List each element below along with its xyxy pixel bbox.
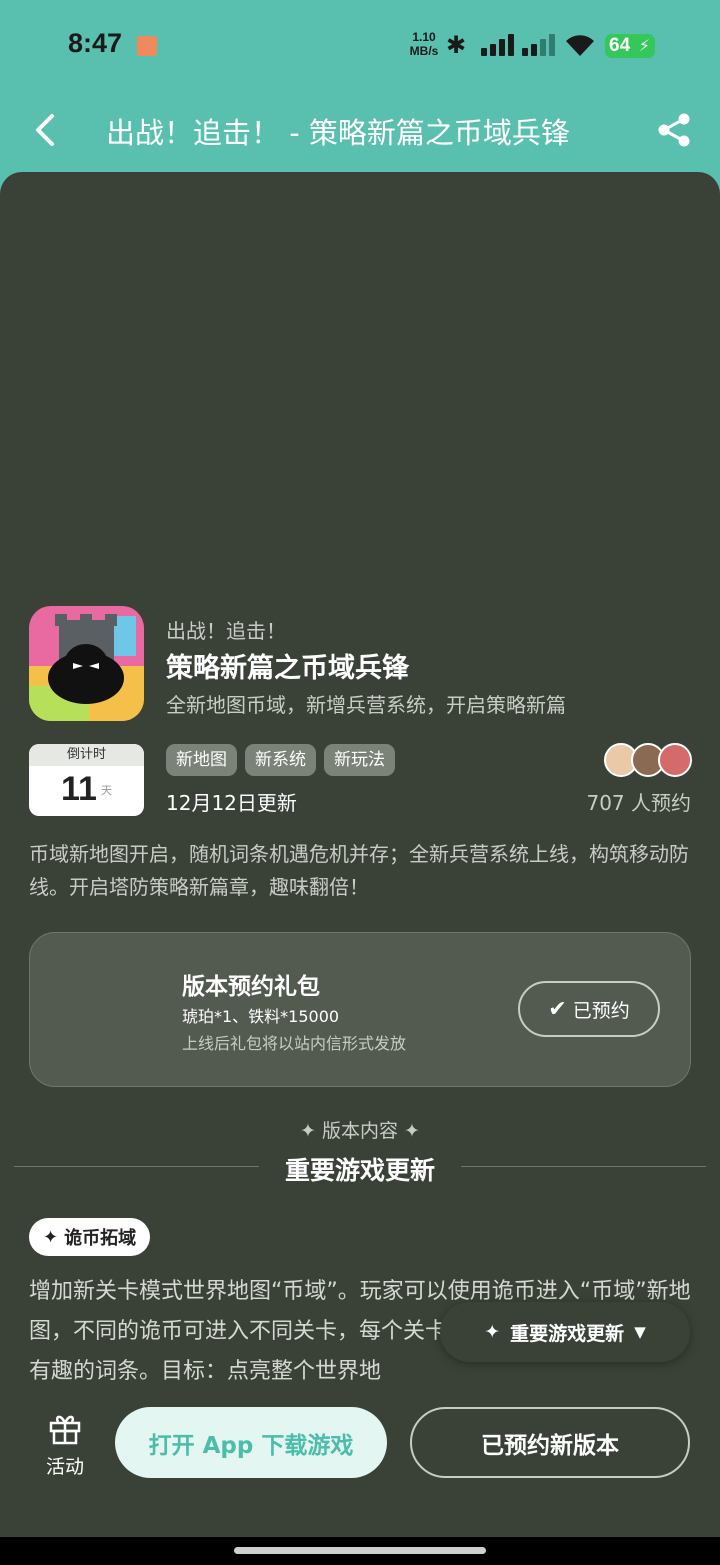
section-nav-dropdown[interactable]: ✦ 重要游戏更新 ▼: [440, 1302, 690, 1362]
countdown-card: 倒计时 11 天: [29, 744, 144, 816]
network-speed: 1.10 MB/s: [405, 30, 443, 58]
reserved-new-version-button[interactable]: 已预约新版本: [410, 1407, 690, 1478]
countdown-label: 倒计时: [29, 744, 144, 766]
gift-reserved-button[interactable]: ✔ 已预约: [518, 981, 660, 1037]
battery-icon: 64 ⚡: [605, 34, 655, 58]
page-title: 出战！追击！ - 策略新篇之币域兵锋: [106, 116, 570, 150]
gift-icon: [49, 1415, 81, 1445]
activity-button[interactable]: 活动: [36, 1410, 94, 1479]
gift-title: 版本预约礼包: [182, 974, 320, 1000]
system-nav-bar: [0, 1537, 720, 1565]
version-intro: 币域新地图开启，随机词条机遇危机并存；全新兵营系统上线，构筑移动防线。开启塔防策…: [29, 842, 689, 899]
network-speed-value: 1.10: [412, 30, 436, 44]
share-icon[interactable]: [655, 110, 693, 150]
section-title: 重要游戏更新: [284, 1156, 435, 1185]
bottom-action-bar: 活动 打开 App 下载游戏 已预约新版本: [0, 1390, 720, 1537]
game-description: 全新地图币域，新增兵营系统，开启策略新篇: [166, 693, 566, 717]
charging-icon: ⚡: [638, 36, 650, 55]
countdown-days: 11: [61, 770, 97, 808]
status-bar: 8:47 1.10 MB/s ✱ 64 ⚡: [0, 0, 720, 90]
divider-right: [461, 1166, 706, 1167]
hero-banner: [0, 172, 720, 592]
update-date: 12月12日更新: [166, 791, 297, 815]
sparkle-icon: ✦: [484, 1321, 501, 1343]
gift-items: 琥珀*1、铁料*15000: [182, 1007, 340, 1026]
signal-icon: [481, 34, 517, 56]
feature-chip-label: 诡币拓域: [64, 1228, 137, 1249]
back-arrow-icon[interactable]: [28, 110, 64, 150]
open-app-button[interactable]: 打开 App 下载游戏: [115, 1407, 387, 1478]
notification-app-icon: [137, 36, 157, 56]
gift-pack-card: 版本预约礼包 琥珀*1、铁料*15000 上线后礼包将以站内信形式发放 ✔ 已预…: [29, 932, 691, 1087]
battery-level: 64: [609, 35, 631, 56]
content-sheet: 出战！追击！ 策略新篇之币域兵锋 全新地图币域，新增兵营系统，开启策略新篇 倒计…: [0, 172, 720, 1537]
countdown-unit: 天: [101, 784, 112, 797]
avatar: [658, 743, 692, 777]
tag-list: 新地图 新系统 新玩法: [166, 744, 395, 776]
sparkle-icon: ✦: [43, 1226, 59, 1248]
wifi-icon: [566, 35, 594, 56]
game-title: 策略新篇之币域兵锋: [166, 653, 409, 684]
chevron-down-icon: ▼: [634, 1323, 646, 1341]
app-header: 出战！追击！ - 策略新篇之币域兵锋: [0, 90, 720, 170]
gift-reserved-label: 已预约: [572, 999, 630, 1022]
tag-new-map: 新地图: [166, 744, 237, 776]
game-subtitle: 出战！追击！: [166, 619, 286, 643]
status-time: 8:47: [68, 28, 123, 58]
feature-chip: ✦ 诡币拓域: [29, 1218, 151, 1256]
gift-note: 上线后礼包将以站内信形式发放: [182, 1034, 407, 1053]
game-icon: [29, 606, 144, 721]
section-nav-label: 重要游戏更新: [510, 1322, 625, 1345]
tag-new-gameplay: 新玩法: [324, 744, 395, 776]
check-icon: ✔: [548, 996, 567, 1022]
network-speed-unit: MB/s: [409, 44, 439, 58]
bluetooth-icon: ✱: [446, 31, 467, 59]
home-indicator[interactable]: [234, 1547, 486, 1554]
activity-label: 活动: [45, 1456, 84, 1478]
reserve-count: 707 人预约: [586, 791, 691, 815]
section-kicker: ✦ 版本内容 ✦: [300, 1120, 420, 1142]
signal-icon-2: [522, 34, 558, 56]
tag-new-system: 新系统: [245, 744, 316, 776]
reserver-avatars: [604, 743, 692, 777]
